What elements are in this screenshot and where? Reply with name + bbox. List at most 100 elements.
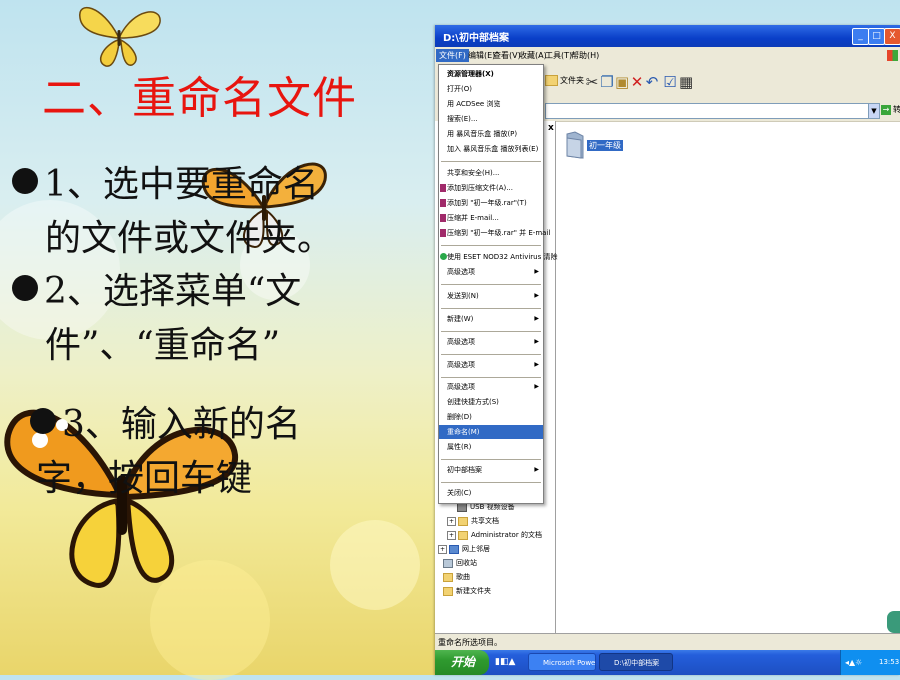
menu-item-play[interactable]: 用 暴风音乐盒 播放(P) [439,127,543,141]
address-dropdown-icon[interactable]: ▼ [868,103,880,119]
submenu-arrow-icon: ▶ [534,383,539,390]
network-icon [449,544,459,554]
properties-icon[interactable]: ☑ [663,73,677,91]
copy-icon[interactable]: ❐ [600,73,614,91]
expand-icon[interactable]: + [438,544,447,554]
step-3-line1: 3、输入新的名 [12,398,301,452]
folders-icon [545,75,558,86]
submenu-arrow-icon: ▶ [534,292,539,299]
step-3: 3、输入新的名 字，按回车键 [12,398,301,506]
eset-icon [440,253,447,260]
expand-icon[interactable]: + [447,530,456,540]
menu-item-explore[interactable]: 资源管理器(X) [439,67,543,81]
menu-item-send-to[interactable]: 发送到(N) ▶ [439,289,543,303]
minimize-button[interactable]: _ [852,28,869,45]
menu-tools[interactable]: 工具(T) [545,50,572,61]
bullet-icon [12,168,38,194]
menu-separator [441,354,541,355]
menu-separator [441,459,541,460]
submenu-arrow-icon: ▶ [534,268,539,275]
system-tray: ◂▲☼ 13:53 [840,650,900,675]
menu-item-new[interactable]: 新建(W) ▶ [439,312,543,326]
background-bokeh [330,520,420,610]
menu-item-compress-rar-email[interactable]: 压缩到 "初一年级.rar" 并 E-mail [439,226,550,240]
windows-logo-icon [887,50,898,61]
menu-separator [441,308,541,309]
tray-icons[interactable]: ◂▲☼ [845,650,862,675]
menu-separator [441,284,541,285]
menu-separator [441,161,541,162]
menu-separator [441,377,541,378]
taskbar: 开始 ▮◧▲ Microsoft PowerP... D:\初中部档案 ◂▲☼ … [435,650,900,675]
tree-item[interactable]: 歌曲 [443,572,470,582]
views-icon[interactable]: ▦ [679,73,693,91]
tree-item[interactable]: 回收站 [443,558,477,568]
address-input[interactable] [545,103,870,119]
folder-icon[interactable] [565,130,585,160]
go-button[interactable]: →转到 [881,104,900,115]
window-title: D:\初中部档案 [443,33,509,44]
menu-separator [441,482,541,483]
step-3-line2: 字，按回车键 [36,458,253,499]
step-2-line1: 2、选择菜单“文 [12,265,301,319]
start-button[interactable]: 开始 [435,650,489,675]
tree-item[interactable]: + 共享文档 [447,516,499,526]
menu-separator [441,331,541,332]
slide-title: 二、重命名文件 [42,73,357,124]
menu-favorites[interactable]: 收藏(A) [519,50,547,61]
menu-view[interactable]: 查看(V) [493,50,521,61]
pane-close-button[interactable]: x [548,123,554,133]
menu-separator [441,245,541,246]
paste-icon[interactable]: ▣ [615,73,629,91]
menu-file[interactable]: 文件(F) [436,49,469,62]
window-titlebar: D:\初中部档案 _ □ X [435,25,900,47]
menu-item-advanced[interactable]: 高级选项 ▶ [439,335,543,349]
tree-item[interactable]: + Administrator 的文档 [447,530,542,540]
menu-item-advanced[interactable]: 高级选项 ▶ [439,265,543,279]
status-text: 重命名所选项目。 [438,638,502,647]
folder-icon [443,586,453,596]
menu-item-add-rar[interactable]: 添加到 "初一年级.rar"(T) [439,196,543,210]
winrar-icon [440,184,446,192]
menu-help[interactable]: 帮助(H) [571,50,599,61]
bullet-icon [12,275,38,301]
expand-icon[interactable]: + [447,516,456,526]
bullet-icon [30,408,56,434]
help-icon[interactable] [887,611,900,633]
taskbar-item-explorer[interactable]: D:\初中部档案 [599,653,673,671]
move-to-icon[interactable]: ✂ [585,73,599,91]
menu-item-advanced[interactable]: 高级选项 ▶ [439,358,543,372]
tree-item[interactable]: + 网上邻居 [438,544,490,554]
folders-button[interactable]: 文件夹 [545,75,584,86]
menu-item-search[interactable]: 搜索(E)... [439,112,543,126]
menu-item-delete[interactable]: 删除(D) [439,410,543,424]
menu-item-properties[interactable]: 属性(R) [439,440,543,454]
menu-item-acdsee[interactable]: 用 ACDSee 浏览 [439,97,543,111]
menu-item-add-archive[interactable]: 添加到压缩文件(A)... [439,181,543,195]
menu-item-add-playlist[interactable]: 加入 暴风音乐盒 播放列表(E) [439,142,543,156]
taskbar-item-powerpoint[interactable]: Microsoft PowerP... [528,653,596,671]
tree-item[interactable]: 新建文件夹 [443,586,491,596]
close-button[interactable]: X [884,28,900,45]
winrar-icon [440,229,446,237]
menu-item-compress-email[interactable]: 压缩并 E-mail... [439,211,543,225]
menu-item-rename[interactable]: 重命名(M) [439,425,543,439]
menu-item-close[interactable]: 关闭(C) [439,486,543,500]
menu-item-advanced[interactable]: 高级选项 ▶ [439,380,543,394]
quicklaunch-icon[interactable]: ▮◧▲ [495,657,515,667]
menu-item-create-shortcut[interactable]: 创建快捷方式(S) [439,395,543,409]
menu-item-sharing[interactable]: 共享和安全(H)... [439,166,543,180]
maximize-button[interactable]: □ [868,28,885,45]
submenu-arrow-icon: ▶ [534,315,539,322]
menu-edit[interactable]: 编辑(E) [468,50,495,61]
delete-icon[interactable]: ✕ [630,73,644,91]
file-menu-dropdown: 资源管理器(X) 打开(O) 用 ACDSee 浏览 搜索(E)... 用 暴风… [438,64,557,504]
submenu-arrow-icon: ▶ [534,466,539,473]
menu-item-open[interactable]: 打开(O) [439,82,543,96]
menu-item-recent-folder[interactable]: 初中部档案 ▶ [439,463,543,477]
folder-icon [443,572,453,582]
step-1-line1: 1、选中要重命名 [12,158,333,212]
selected-folder-label[interactable]: 初一年级 [587,140,623,151]
undo-icon[interactable]: ↶ [645,73,659,91]
menu-item-eset-scan[interactable]: 使用 ESET NOD32 Antivirus 清除 [439,250,557,264]
